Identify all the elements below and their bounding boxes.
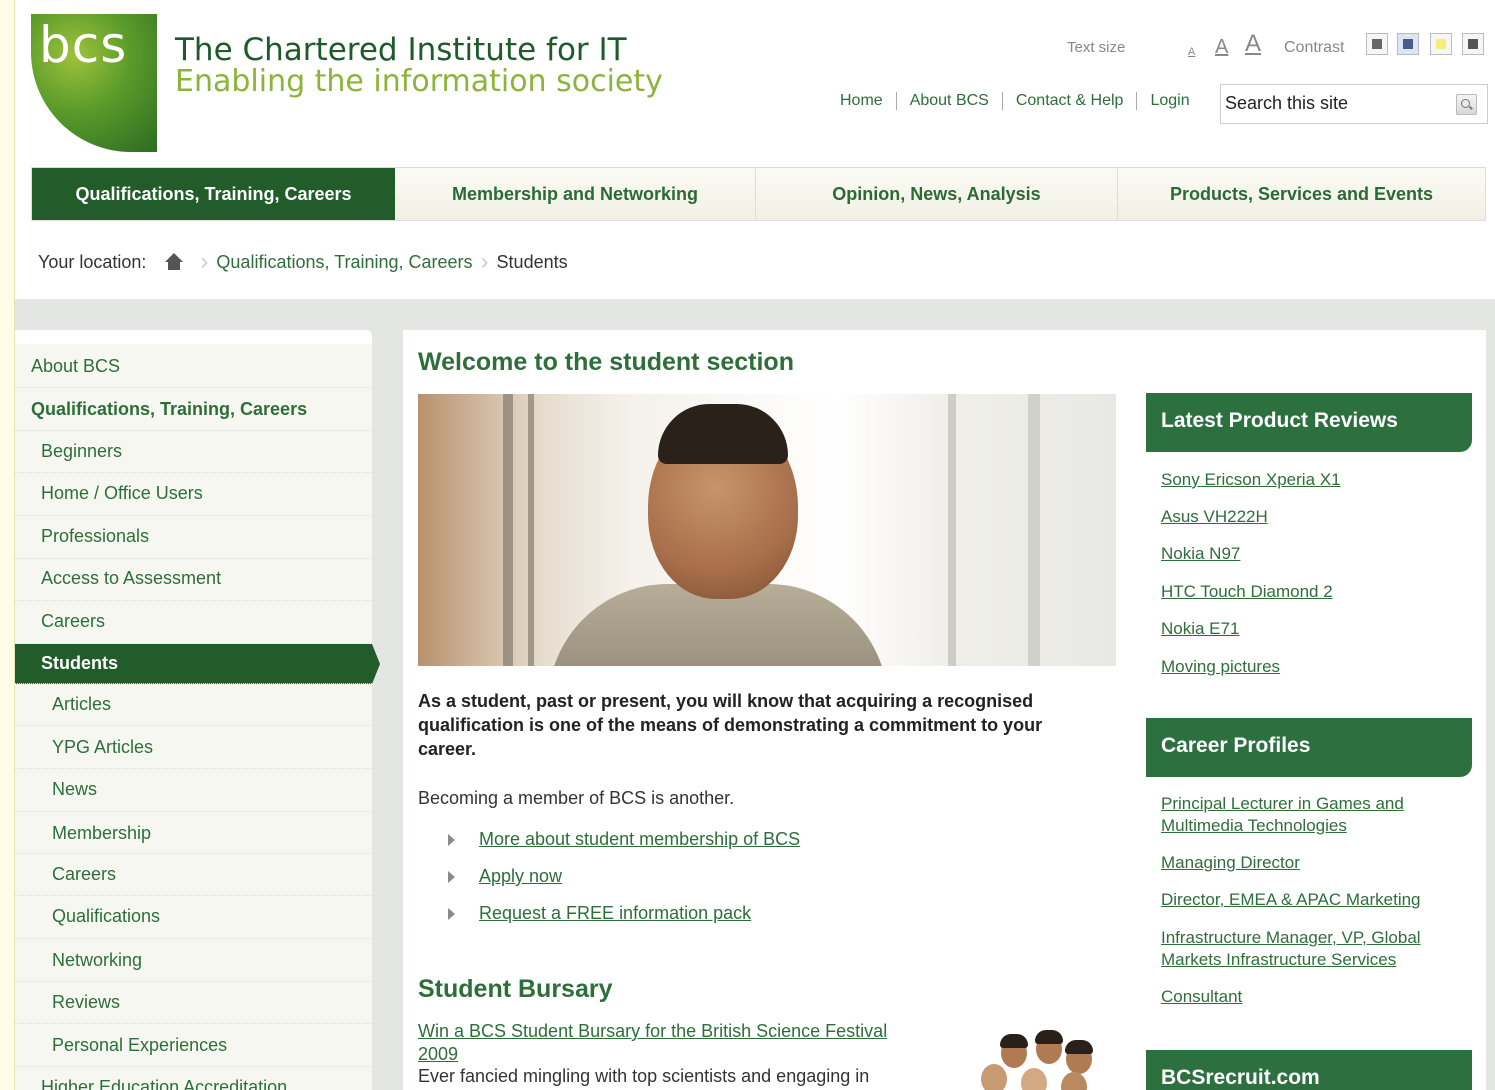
- main-nav: Qualifications, Training, Careers Member…: [31, 167, 1486, 221]
- sidebar-item-articles[interactable]: Articles: [15, 684, 372, 726]
- top-link-home[interactable]: Home: [831, 92, 896, 110]
- arrow-right-icon: [448, 871, 455, 883]
- arrow-right-icon: [448, 908, 455, 920]
- top-link-login[interactable]: Login: [1136, 92, 1202, 110]
- contrast-swatch-icon: [1436, 39, 1446, 49]
- review-link[interactable]: HTC Touch Diamond 2: [1161, 581, 1471, 603]
- product-reviews-list: Sony Ericson Xperia X1 Asus VH222H Nokia…: [1161, 469, 1471, 678]
- site-title: The Chartered Institute for IT: [175, 32, 627, 68]
- info-pack-link[interactable]: Request a FREE information pack: [479, 903, 751, 923]
- list-item: More about student membership of BCS: [448, 829, 800, 866]
- sidebar-item-careers-sub[interactable]: Careers: [15, 854, 372, 896]
- sidebar-item-professionals[interactable]: Professionals: [15, 516, 372, 559]
- bursary-heading: Student Bursary: [418, 975, 613, 1003]
- sidebar-item-personal-experiences[interactable]: Personal Experiences: [15, 1024, 372, 1067]
- sidebar-item-students[interactable]: Students: [15, 644, 380, 684]
- search-box: [1220, 84, 1488, 124]
- main-content: Welcome to the student section As a stud…: [403, 330, 1486, 1090]
- contrast-high-button[interactable]: [1462, 33, 1484, 55]
- nav-tab-qualifications[interactable]: Qualifications, Training, Careers: [32, 168, 395, 220]
- search-input[interactable]: [1225, 93, 1445, 114]
- sidebar-item-access-assessment[interactable]: Access to Assessment: [15, 559, 372, 601]
- contrast-label: Contrast: [1284, 39, 1345, 56]
- home-icon[interactable]: [164, 253, 184, 271]
- breadcrumb-link[interactable]: Qualifications, Training, Careers: [216, 252, 472, 273]
- contrast-swatch-icon: [1372, 39, 1382, 49]
- bcs-logo[interactable]: bcs: [31, 14, 157, 152]
- sidebar: About BCS Qualifications, Training, Care…: [15, 330, 380, 1090]
- product-reviews-header: Latest Product Reviews: [1146, 393, 1472, 452]
- sidebar-item-qualifications-sub[interactable]: Qualifications: [15, 896, 372, 939]
- list-item: Apply now: [448, 866, 800, 903]
- text-size-label: Text size: [1067, 39, 1126, 56]
- nav-tab-membership[interactable]: Membership and Networking: [395, 168, 756, 220]
- bursary-text: Ever fancied mingling with top scientist…: [418, 1066, 870, 1086]
- breadcrumb-label: Your location:: [38, 251, 147, 272]
- site-tagline: Enabling the information society: [175, 64, 663, 99]
- breadcrumb: Your location: › Qualifications, Trainin…: [38, 248, 568, 276]
- career-profiles-header: Career Profiles: [1146, 718, 1472, 777]
- sidebar-item-ypg-articles[interactable]: YPG Articles: [15, 726, 372, 769]
- breadcrumb-separator-icon: ›: [200, 248, 209, 275]
- career-link[interactable]: Director, EMEA & APAC Marketing: [1161, 889, 1471, 911]
- sidebar-item-news[interactable]: News: [15, 769, 372, 812]
- list-item: Request a FREE information pack: [448, 903, 800, 940]
- member-text: Becoming a member of BCS is another.: [418, 788, 735, 808]
- breadcrumb-current: Students: [496, 251, 568, 272]
- apply-now-link[interactable]: Apply now: [479, 866, 562, 886]
- contrast-swatch-icon: [1468, 39, 1478, 49]
- career-link[interactable]: Principal Lecturer in Games and Multimed…: [1161, 793, 1471, 837]
- top-link-about[interactable]: About BCS: [895, 92, 1002, 110]
- career-profiles-list: Principal Lecturer in Games and Multimed…: [1161, 793, 1471, 1008]
- text-size-medium[interactable]: A: [1215, 36, 1228, 59]
- students-group-image: [961, 1026, 1116, 1090]
- sidebar-item-home-office[interactable]: Home / Office Users: [15, 473, 372, 516]
- sidebar-item-higher-education[interactable]: Higher Education Accreditation: [15, 1067, 372, 1090]
- text-size-large[interactable]: A: [1245, 30, 1261, 58]
- review-link[interactable]: Sony Ericson Xperia X1: [1161, 469, 1471, 491]
- nav-tab-opinion[interactable]: Opinion, News, Analysis: [756, 168, 1118, 220]
- career-link[interactable]: Infrastructure Manager, VP, Global Marke…: [1161, 927, 1471, 971]
- top-links: Home About BCS Contact & Help Login: [831, 92, 1203, 110]
- sidebar-item-networking[interactable]: Networking: [15, 939, 372, 982]
- bursary-link[interactable]: Win a BCS Student Bursary for the Britis…: [418, 1020, 918, 1066]
- contrast-default-button[interactable]: [1366, 33, 1388, 55]
- bcsrecruit-header[interactable]: BCSrecruit.com: [1146, 1050, 1472, 1090]
- sidebar-item-careers[interactable]: Careers: [15, 601, 372, 644]
- membership-links: More about student membership of BCS App…: [448, 829, 800, 940]
- sidebar-item-about[interactable]: About BCS: [15, 344, 372, 388]
- sidebar-item-reviews[interactable]: Reviews: [15, 982, 372, 1024]
- nav-tab-products[interactable]: Products, Services and Events: [1118, 168, 1485, 220]
- sidebar-item-beginners[interactable]: Beginners: [15, 431, 372, 473]
- student-hero-image: [418, 394, 1116, 666]
- top-link-contact[interactable]: Contact & Help: [1001, 92, 1137, 110]
- contrast-blue-button[interactable]: [1397, 33, 1419, 55]
- breadcrumb-separator-icon: ›: [480, 248, 489, 275]
- review-link[interactable]: Moving pictures: [1161, 656, 1471, 678]
- page: bcs The Chartered Institute for IT Enabl…: [14, 0, 1495, 1090]
- review-link[interactable]: Nokia E71: [1161, 618, 1471, 640]
- arrow-right-icon: [448, 834, 455, 846]
- career-link[interactable]: Consultant: [1161, 986, 1471, 1008]
- logo-text: bcs: [39, 16, 128, 74]
- student-membership-link[interactable]: More about student membership of BCS: [479, 829, 800, 849]
- contrast-yellow-button[interactable]: [1430, 33, 1452, 55]
- page-title: Welcome to the student section: [418, 348, 794, 376]
- sidebar-item-qualifications[interactable]: Qualifications, Training, Careers: [15, 388, 372, 431]
- review-link[interactable]: Asus VH222H: [1161, 506, 1471, 528]
- intro-text: As a student, past or present, you will …: [418, 691, 1043, 759]
- sidebar-item-membership[interactable]: Membership: [15, 812, 372, 854]
- search-icon[interactable]: [1456, 94, 1477, 115]
- contrast-swatch-icon: [1403, 39, 1413, 49]
- text-size-small[interactable]: A: [1188, 46, 1195, 58]
- career-link[interactable]: Managing Director: [1161, 852, 1471, 874]
- review-link[interactable]: Nokia N97: [1161, 543, 1471, 565]
